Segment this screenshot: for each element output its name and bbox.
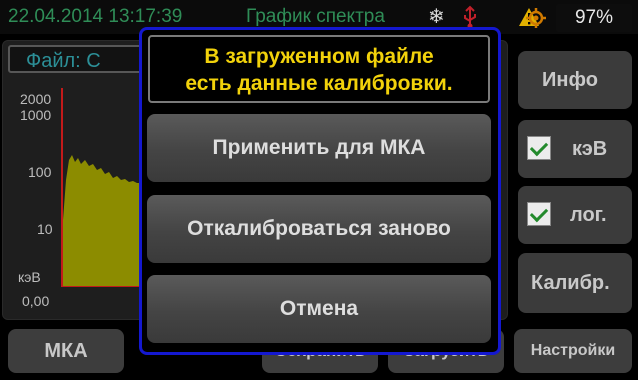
mka-button[interactable]: МКА (8, 329, 124, 373)
settings-button[interactable]: Настройки (514, 329, 632, 373)
status-datetime: 22.04.2014 13:17:39 (8, 6, 183, 27)
apply-calibration-label: Применить для МКА (212, 136, 426, 159)
log-checkbox[interactable] (527, 202, 551, 226)
x-start-label: 0,00 (22, 293, 50, 309)
kev-checkbox[interactable] (527, 136, 551, 160)
info-button-label: Инфо (542, 68, 598, 91)
dialog-message: В загруженном файле есть данные калибров… (148, 35, 490, 103)
mka-button-label: МКА (44, 339, 88, 362)
recalibrate-button[interactable]: Откалиброваться заново (147, 195, 491, 263)
recalibrate-label: Откалиброваться заново (187, 217, 451, 240)
y-tick-label: 10 (37, 221, 53, 237)
log-toggle-label: лог. (570, 203, 607, 226)
y-tick-label: 1000 (20, 107, 52, 123)
y-tick-label: 100 (28, 164, 52, 180)
settings-button-label: Настройки (530, 342, 616, 359)
cancel-label: Отмена (279, 297, 359, 320)
x-unit-label: кэВ (18, 269, 41, 285)
y-tick-label: 2000 (20, 91, 52, 107)
kev-toggle[interactable]: кэВ (518, 120, 632, 178)
dialog-message-line2: есть данные калибровки. (185, 72, 453, 95)
info-button[interactable]: Инфо (518, 51, 632, 109)
screen-title: График спектра (246, 6, 385, 27)
gps-icon-shape (525, 7, 547, 34)
spectrum-plot (63, 155, 141, 286)
apply-calibration-button[interactable]: Применить для МКА (147, 114, 491, 182)
calibration-button[interactable]: Калибр. (518, 253, 632, 313)
kev-toggle-label: кэВ (572, 137, 608, 160)
calibration-button-label: Калибр. (531, 271, 610, 294)
file-name-label: Файл: С (8, 45, 158, 73)
log-toggle[interactable]: лог. (518, 186, 632, 244)
dialog-message-line1: В загруженном файле (204, 45, 434, 68)
cancel-button[interactable]: Отмена (147, 275, 491, 343)
snowflake-icon: ❄ (428, 6, 445, 28)
battery-indicator: 97% (556, 4, 632, 32)
